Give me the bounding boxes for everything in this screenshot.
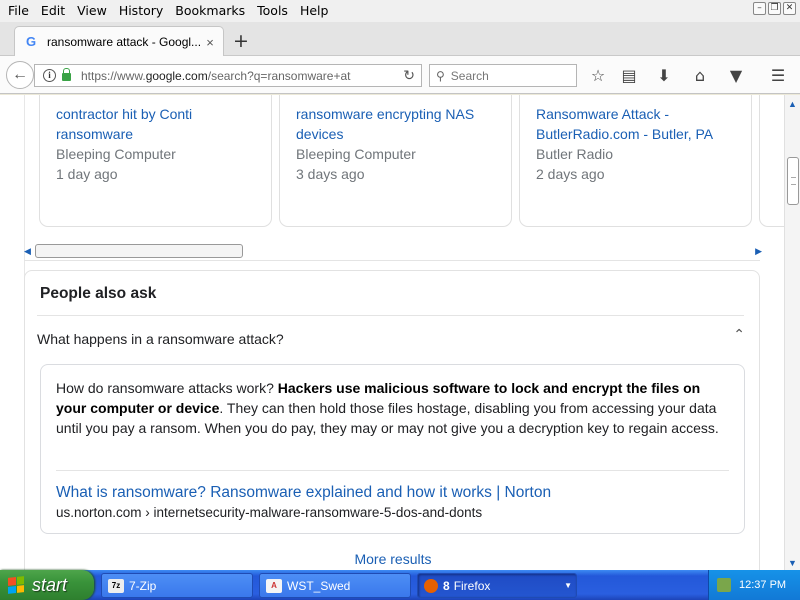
scroll-left-arrow-icon[interactable]: ◀ xyxy=(24,246,31,257)
paa-answer-text: How do ransomware attacks work? Hackers … xyxy=(56,378,729,438)
url-path: /search?q=ransomware+at xyxy=(207,68,351,83)
menu-help[interactable]: Help xyxy=(294,0,335,22)
search-icon: ⚲ xyxy=(436,68,445,83)
news-card-age: 3 days ago xyxy=(296,166,365,182)
back-button[interactable]: ← xyxy=(6,61,34,89)
url-bar[interactable]: i https://www.google.com/search?q=ransom… xyxy=(34,64,422,87)
taskbar-item-label: WST_Swed xyxy=(287,578,351,593)
news-card-headline[interactable]: Ransomware Attack - ButlerRadio.com - Bu… xyxy=(536,104,735,144)
horizontal-scrollbar[interactable]: ◀ ▶ xyxy=(24,243,762,259)
close-window-button[interactable]: ✕ xyxy=(783,2,796,15)
close-tab-icon[interactable]: × xyxy=(203,35,217,50)
vertical-scroll-thumb[interactable] xyxy=(787,157,799,205)
chevron-up-icon[interactable]: ⌃ xyxy=(733,327,745,343)
people-also-ask-section: People also ask What happens in a ransom… xyxy=(24,270,760,570)
page-content: contractor hit by Conti ransomware Bleep… xyxy=(0,95,784,570)
menu-view[interactable]: View xyxy=(71,0,113,22)
download-icon[interactable]: ⬇ xyxy=(653,65,675,87)
horizontal-scroll-thumb[interactable] xyxy=(35,244,243,258)
tab-google-search[interactable]: G ransomware attack - Googl... × xyxy=(14,26,224,57)
news-card-partial[interactable] xyxy=(759,95,784,227)
home-icon[interactable]: ⌂ xyxy=(689,65,711,87)
clock: 12:37 PM xyxy=(739,579,787,591)
news-card[interactable]: contractor hit by Conti ransomware Bleep… xyxy=(39,95,272,227)
scroll-down-arrow-icon[interactable]: ▼ xyxy=(788,558,797,568)
url-domain: google.com xyxy=(145,68,208,83)
taskbar-item-label: Firefox xyxy=(453,578,491,593)
news-card-headline[interactable]: contractor hit by Conti ransomware xyxy=(56,104,255,144)
more-results-link[interactable]: More results xyxy=(25,551,761,567)
star-icon[interactable]: ☆ xyxy=(587,65,609,87)
paa-result-link[interactable]: What is ransomware? Ransomware explained… xyxy=(56,484,551,502)
taskbar-item-wst-swed[interactable]: A WST_Swed xyxy=(259,573,411,598)
start-label: start xyxy=(32,574,68,595)
system-tray: 12:37 PM xyxy=(708,570,800,600)
7zip-icon: 7z xyxy=(108,578,124,593)
maximize-button[interactable]: ❐ xyxy=(768,2,781,15)
paa-result-cite: us.norton.com › internetsecurity-malware… xyxy=(56,505,483,520)
news-card-age: 1 day ago xyxy=(56,166,118,182)
taskbar: start 7z 7-Zip A WST_Swed 8 Firefox ▼ 12… xyxy=(0,570,800,600)
back-arrow-icon: ← xyxy=(12,66,28,83)
menu-icon[interactable]: ☰ xyxy=(767,65,789,87)
minimize-button[interactable]: – xyxy=(753,2,766,15)
menu-file[interactable]: File xyxy=(2,0,35,22)
menu-history[interactable]: History xyxy=(113,0,169,22)
taskbar-item-label: 7-Zip xyxy=(129,578,157,593)
menu-edit[interactable]: Edit xyxy=(35,0,71,22)
menu-bookmarks[interactable]: Bookmarks xyxy=(169,0,251,22)
google-favicon-icon: G xyxy=(25,34,37,49)
paa-question[interactable]: What happens in a ransomware attack? xyxy=(37,331,284,347)
new-tab-button[interactable]: + xyxy=(233,30,249,52)
firefox-icon xyxy=(424,578,438,593)
window-controls: – ❐ ✕ xyxy=(753,2,796,15)
info-icon[interactable]: i xyxy=(43,69,56,82)
divider xyxy=(37,315,744,316)
scroll-up-arrow-icon[interactable]: ▲ xyxy=(788,99,797,109)
document-icon: A xyxy=(266,578,282,593)
people-also-ask-title: People also ask xyxy=(40,285,157,302)
menu-bar: File Edit View History Bookmarks Tools H… xyxy=(0,0,800,22)
start-button[interactable]: start xyxy=(0,570,94,600)
taskbar-item-count: 8 xyxy=(443,578,450,593)
news-card-source: Bleeping Computer xyxy=(56,146,176,162)
lock-icon xyxy=(62,68,71,81)
divider xyxy=(56,470,729,471)
news-card-source: Butler Radio xyxy=(536,146,614,162)
news-card-headline[interactable]: ransomware encrypting NAS devices xyxy=(296,104,495,144)
section-divider xyxy=(24,260,760,261)
news-card-age: 2 days ago xyxy=(536,166,605,182)
search-input[interactable]: ⚲ Search xyxy=(429,64,577,87)
windows-logo-icon xyxy=(8,576,24,594)
scroll-right-arrow-icon[interactable]: ▶ xyxy=(755,246,762,257)
tray-icon[interactable] xyxy=(717,578,731,592)
news-card[interactable]: Ransomware Attack - ButlerRadio.com - Bu… xyxy=(519,95,752,227)
tab-strip: G ransomware attack - Googl... × + xyxy=(0,22,800,57)
url-prefix: https://www. xyxy=(81,68,146,83)
paa-answer-box: How do ransomware attacks work? Hackers … xyxy=(40,364,745,534)
reading-list-icon[interactable]: ▤ xyxy=(618,65,640,87)
navigation-bar: ← i https://www.google.com/search?q=rans… xyxy=(0,56,800,94)
news-card-source: Bleeping Computer xyxy=(296,146,416,162)
tab-title: ransomware attack - Googl... xyxy=(47,35,202,49)
url-text[interactable]: https://www.google.com/search?q=ransomwa… xyxy=(81,69,381,83)
pocket-icon[interactable]: ▼ xyxy=(725,65,747,87)
taskbar-item-firefox[interactable]: 8 Firefox ▼ xyxy=(417,573,577,598)
search-placeholder: Search xyxy=(450,68,489,83)
taskbar-item-7zip[interactable]: 7z 7-Zip xyxy=(101,573,253,598)
reload-icon[interactable]: ↻ xyxy=(403,68,415,84)
menu-tools[interactable]: Tools xyxy=(251,0,294,22)
answer-intro: How do ransomware attacks work? xyxy=(56,380,278,396)
vertical-scrollbar[interactable]: ▲ ▼ xyxy=(784,95,800,570)
dropdown-arrow-icon[interactable]: ▼ xyxy=(564,581,572,590)
news-card[interactable]: ransomware encrypting NAS devices Bleepi… xyxy=(279,95,512,227)
